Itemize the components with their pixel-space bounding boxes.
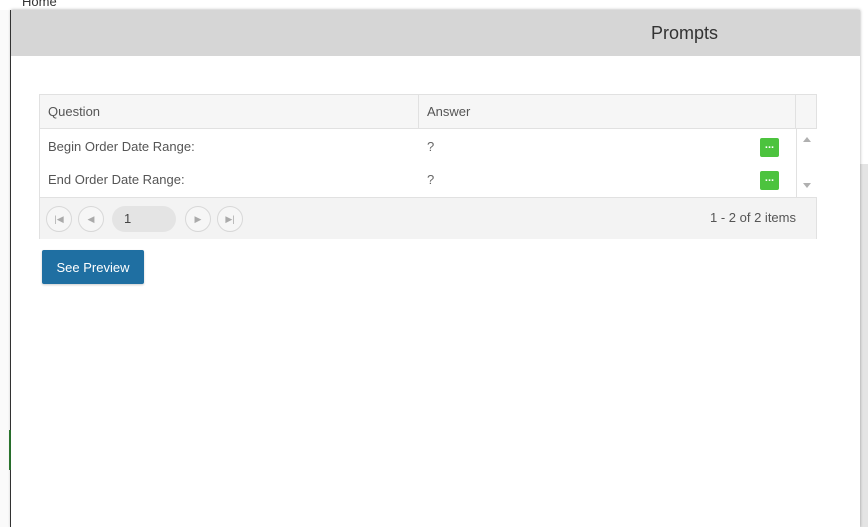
prompts-grid: Question Answer Begin Order Date Range: … [39, 94, 817, 239]
grid-scrollbar[interactable] [796, 129, 817, 197]
scroll-up-arrow-icon[interactable] [803, 137, 811, 142]
home-breadcrumb: Home [22, 0, 57, 9]
column-divider [795, 95, 796, 128]
scroll-down-arrow-icon[interactable] [803, 183, 811, 188]
question-cell: End Order Date Range: [48, 172, 185, 187]
pager-info: 1 - 2 of 2 items [710, 210, 796, 225]
modal-title: Prompts [651, 23, 719, 43]
grid-body: Begin Order Date Range: ? ... End Order … [40, 129, 816, 197]
modal-header: Prompts [11, 10, 860, 56]
answer-picker-button[interactable]: ... [760, 138, 779, 157]
see-preview-button[interactable]: See Preview [42, 250, 144, 284]
previous-page-icon[interactable]: ◀ [78, 206, 104, 232]
answer-picker-button[interactable]: ... [760, 171, 779, 190]
question-cell: Begin Order Date Range: [48, 139, 195, 154]
column-header-question[interactable]: Question [48, 104, 100, 119]
next-page-icon[interactable]: ▶ [185, 206, 211, 232]
grid-pager: |◀ ◀ 1 ▶ ▶| 1 - 2 of 2 items [40, 197, 816, 239]
current-page-number[interactable]: 1 [112, 206, 176, 232]
grid-header: Question Answer [40, 95, 816, 129]
column-header-answer[interactable]: Answer [427, 104, 470, 119]
answer-cell[interactable]: ? [427, 172, 434, 187]
last-page-icon[interactable]: ▶| [217, 206, 243, 232]
table-row[interactable]: End Order Date Range: ? ... [40, 168, 796, 194]
column-divider [418, 95, 419, 128]
prompts-modal: Prompts Question Answer Begin Order Date… [11, 10, 860, 527]
table-row[interactable]: Begin Order Date Range: ? ... [40, 135, 796, 161]
background-page-right-top [860, 56, 868, 164]
first-page-icon[interactable]: |◀ [46, 206, 72, 232]
answer-cell[interactable]: ? [427, 139, 434, 154]
